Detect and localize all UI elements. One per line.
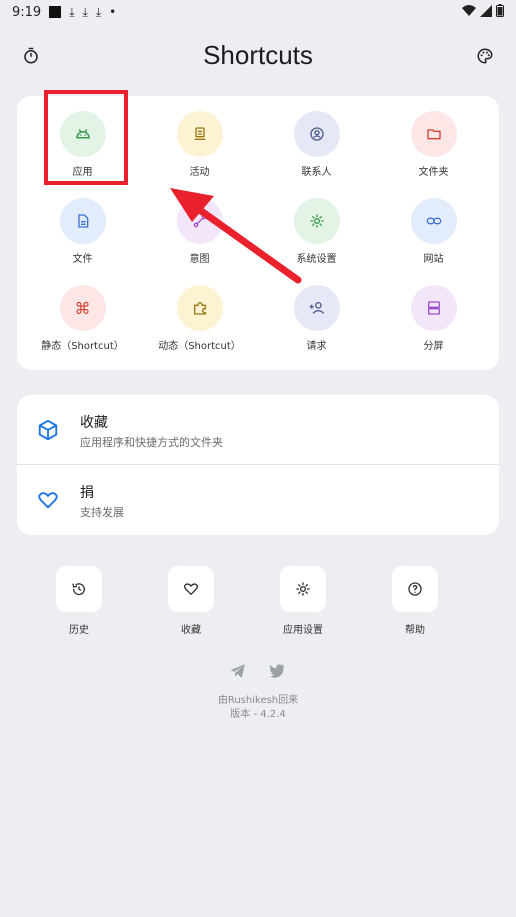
file-icon <box>77 214 88 228</box>
grid-item-file[interactable]: 文件 <box>24 183 141 265</box>
dot-icon: • <box>109 5 117 19</box>
grid-item-contact[interactable]: 联系人 <box>258 96 375 178</box>
social-links <box>0 662 516 680</box>
highlight-box <box>44 90 128 185</box>
app-settings-button[interactable]: 应用设置 <box>258 566 348 636</box>
intent-icon <box>193 214 206 228</box>
credit-author: 由Rushikesh回来 <box>217 695 299 706</box>
grid-item-folder[interactable]: 文件夹 <box>375 96 492 178</box>
download-icon: ⤓ <box>95 5 102 19</box>
split-screen-icon <box>427 301 440 315</box>
grid-label: 分屏 <box>423 341 444 352</box>
bottom-actions: 历史 收藏 应用设置 帮助 <box>34 566 482 636</box>
grid-icon-bg <box>293 198 340 244</box>
favorites-button[interactable]: 收藏 <box>146 566 236 636</box>
heart-icon <box>38 492 58 509</box>
status-bar: 9:19 ⤓ ⤓ ⤓ • <box>0 0 516 24</box>
grid-label: 活动 <box>189 167 210 178</box>
help-button-bg <box>392 566 438 612</box>
history-icon <box>72 583 85 596</box>
grid-label: 静态（Shortcut） <box>41 341 124 352</box>
gear-icon <box>296 582 310 596</box>
contact-icon <box>309 127 324 141</box>
list-item-favorites[interactable]: 收藏 应用程序和快捷方式的文件夹 <box>17 395 499 465</box>
wifi-icon <box>462 4 476 16</box>
grid-item-request[interactable]: 请求 <box>258 270 375 352</box>
signal-icon <box>480 4 492 17</box>
list-item-subtitle: 应用程序和快捷方式的文件夹 <box>80 436 223 449</box>
list-item-title: 捐 <box>80 485 94 501</box>
grid-icon-bg <box>176 285 223 331</box>
credit: 由Rushikesh回来 版本 - 4.2.4 <box>0 694 516 722</box>
grid-item-system-settings[interactable]: 系统设置 <box>258 183 375 265</box>
list-item-title: 收藏 <box>80 415 108 431</box>
grid-label: 意图 <box>189 254 210 265</box>
grid-item-website[interactable]: 网站 <box>375 183 492 265</box>
download-icon: ⤓ <box>82 5 88 19</box>
notification-square-icon <box>49 6 62 18</box>
help-button[interactable]: 帮助 <box>370 566 460 636</box>
list-item-subtitle: 支持发展 <box>80 506 124 519</box>
grid-label: 请求 <box>306 341 327 352</box>
grid-item-split-screen[interactable]: 分屏 <box>375 270 492 352</box>
link-icon <box>426 217 441 225</box>
status-time: 9:19 <box>12 4 42 20</box>
help-label: 帮助 <box>405 625 425 636</box>
page-title: Shortcuts <box>203 40 313 70</box>
app-header: Shortcuts <box>0 36 516 76</box>
grid-label: 网站 <box>423 254 444 265</box>
grid-icon-bg <box>293 285 340 331</box>
grid-icon-bg <box>410 198 457 244</box>
grid-icon-bg <box>293 111 340 157</box>
history-button[interactable]: 历史 <box>34 566 124 636</box>
grid-icon-bg <box>59 198 106 244</box>
settings-icon <box>309 214 324 228</box>
folder-icon <box>426 129 441 140</box>
grid-icon-bg <box>410 285 457 331</box>
download-icon: ⤓ <box>69 5 75 19</box>
grid-icon-bg <box>176 198 223 244</box>
grid-icon-bg <box>176 111 223 157</box>
grid-label: 动态（Shortcut） <box>158 341 241 352</box>
heart-icon <box>184 583 198 596</box>
version-text: 版本 - 4.2.4 <box>230 709 286 720</box>
history-button-bg <box>56 566 102 612</box>
person-add-icon <box>309 302 324 314</box>
grid-item-dynamic-shortcut[interactable]: 动态（Shortcut） <box>141 270 258 352</box>
app-settings-button-bg <box>280 566 326 612</box>
favorites-button-bg <box>168 566 214 612</box>
palette-icon <box>477 48 493 64</box>
grid-item-activity[interactable]: 活动 <box>141 96 258 178</box>
grid-label: 系统设置 <box>296 254 337 265</box>
theme-button[interactable] <box>473 44 497 68</box>
activity-icon <box>194 127 205 140</box>
grid-label: 联系人 <box>301 167 332 178</box>
list-card: 收藏 应用程序和快捷方式的文件夹 捐 支持发展 <box>17 395 499 535</box>
box-icon <box>38 419 58 441</box>
app-settings-label: 应用设置 <box>283 625 323 636</box>
twitter-icon[interactable] <box>267 662 287 680</box>
grid-icon-bg: ⌘ <box>59 285 106 331</box>
help-icon <box>408 582 422 596</box>
puzzle-icon <box>193 301 206 315</box>
grid-label: 文件 <box>72 254 93 265</box>
grid-icon-bg <box>410 111 457 157</box>
favorites-label: 收藏 <box>181 625 201 636</box>
history-label: 历史 <box>69 625 89 636</box>
command-icon: ⌘ <box>74 298 91 318</box>
grid-label: 文件夹 <box>418 167 449 178</box>
grid-item-static-shortcut[interactable]: ⌘ 静态（Shortcut） <box>24 270 141 352</box>
list-item-donate[interactable]: 捐 支持发展 <box>17 465 499 535</box>
telegram-icon[interactable] <box>229 662 247 680</box>
battery-icon <box>496 4 504 17</box>
grid-item-intent[interactable]: 意图 <box>141 183 258 265</box>
